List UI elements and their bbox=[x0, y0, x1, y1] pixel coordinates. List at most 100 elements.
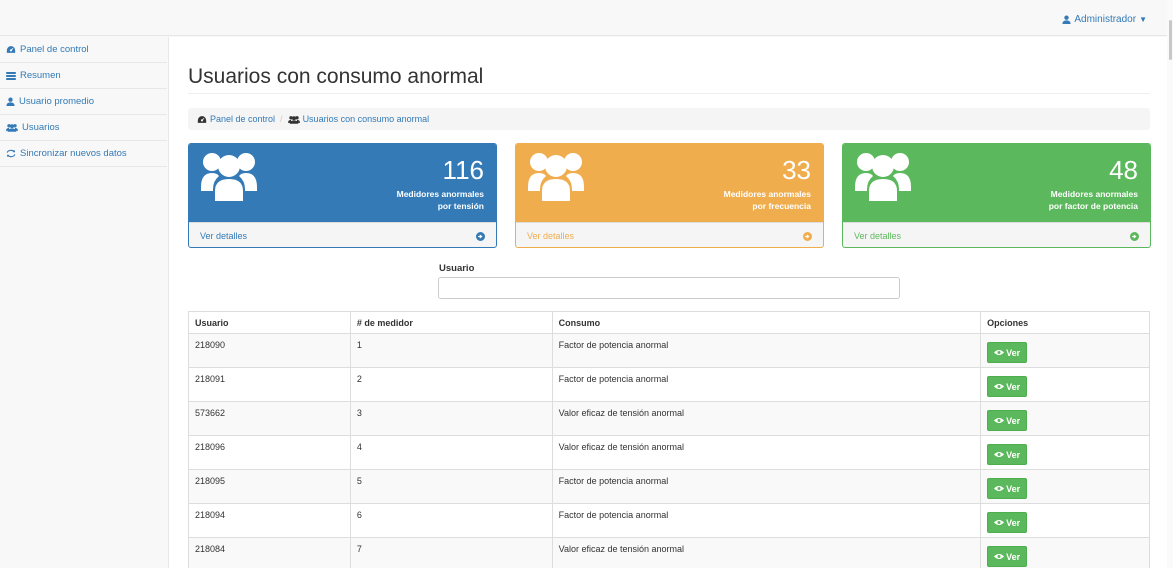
refresh-icon bbox=[6, 149, 16, 158]
panel-count: 116 bbox=[442, 155, 484, 185]
breadcrumb-current-label: Usuarios con consumo anormal bbox=[302, 114, 430, 124]
cell-opciones: Ver bbox=[980, 469, 1150, 504]
eye-icon bbox=[994, 486, 1005, 491]
ver-button[interactable]: Ver bbox=[987, 342, 1028, 363]
cell-usuario: 218091 bbox=[188, 367, 351, 402]
panel-count: 33 bbox=[782, 155, 811, 185]
ver-button[interactable]: Ver bbox=[987, 444, 1028, 465]
panel-label-line1: Medidores anormales bbox=[723, 189, 811, 199]
cell-opciones: Ver bbox=[980, 367, 1150, 402]
ver-button[interactable]: Ver bbox=[987, 478, 1028, 499]
table-header-row: Usuario # de medidor Consumo Opciones bbox=[188, 311, 1150, 334]
users-icon bbox=[855, 153, 911, 201]
cell-usuario: 573662 bbox=[188, 401, 351, 436]
sidebar-item-usuario-promedio[interactable]: Usuario promedio bbox=[0, 89, 167, 115]
panel-label: Medidores anormales por tensión bbox=[397, 188, 484, 212]
sidebar-item-label: Usuarios bbox=[22, 122, 60, 133]
title-divider bbox=[188, 93, 1150, 94]
cell-consumo: Valor eficaz de tensión anormal bbox=[551, 401, 982, 436]
list-icon bbox=[6, 71, 16, 80]
users-icon bbox=[201, 153, 257, 201]
cell-medidor: 7 bbox=[349, 537, 553, 568]
ver-button[interactable]: Ver bbox=[987, 410, 1028, 431]
dashboard-icon bbox=[6, 46, 16, 53]
user-menu[interactable]: Administrador ▼ bbox=[1062, 14, 1147, 25]
ver-detalles-link[interactable]: Ver detalles bbox=[854, 231, 901, 241]
cell-consumo: Factor de potencia anormal bbox=[551, 469, 982, 504]
breadcrumb: Panel de control / Usuarios con consumo … bbox=[188, 108, 1150, 130]
cell-medidor: 5 bbox=[349, 469, 553, 504]
panel-footer-link[interactable]: Ver detalles bbox=[516, 222, 823, 247]
sidebar: Panel de control Resumen Usuario promedi… bbox=[0, 37, 167, 167]
user-icon bbox=[1062, 15, 1071, 24]
scrollbar[interactable] bbox=[1167, 0, 1173, 568]
eye-icon bbox=[994, 350, 1005, 355]
cell-opciones: Ver bbox=[980, 503, 1150, 538]
ver-button-label: Ver bbox=[1006, 449, 1021, 460]
users-table: Usuario # de medidor Consumo Opciones 21… bbox=[188, 311, 1150, 568]
ver-button-label: Ver bbox=[1006, 551, 1021, 562]
arrow-circle-right-icon bbox=[476, 231, 485, 241]
panel-label: Medidores anormales por frecuencia bbox=[724, 188, 811, 212]
panel-label-line2: por tensión bbox=[437, 201, 484, 211]
cell-usuario: 218094 bbox=[188, 503, 351, 538]
eye-icon bbox=[994, 554, 1005, 559]
table-row: 218095 5 Factor de potencia anormal Ver bbox=[188, 469, 1150, 504]
column-header-usuario: Usuario bbox=[188, 311, 351, 334]
cell-opciones: Ver bbox=[980, 537, 1150, 568]
column-header-consumo: Consumo bbox=[551, 311, 982, 334]
column-header-opciones: Opciones bbox=[980, 311, 1150, 334]
sidebar-item-resumen[interactable]: Resumen bbox=[0, 63, 167, 89]
usuario-search-input[interactable] bbox=[438, 277, 900, 299]
ver-button-label: Ver bbox=[1006, 415, 1021, 426]
cell-usuario: 218090 bbox=[188, 333, 351, 368]
sidebar-item-panel-de-control[interactable]: Panel de control bbox=[0, 37, 167, 63]
cell-opciones: Ver bbox=[980, 333, 1150, 368]
column-header-medidor: # de medidor bbox=[349, 311, 553, 334]
table-body: 218090 1 Factor de potencia anormal Ver … bbox=[188, 333, 1150, 568]
ver-button-label: Ver bbox=[1006, 381, 1021, 392]
ver-detalles-link[interactable]: Ver detalles bbox=[200, 231, 247, 241]
ver-button[interactable]: Ver bbox=[987, 376, 1028, 397]
cell-medidor: 2 bbox=[349, 367, 553, 402]
panel-label-line1: Medidores anormales bbox=[396, 189, 484, 199]
eye-icon bbox=[994, 418, 1005, 423]
table-row: 218094 6 Factor de potencia anormal Ver bbox=[188, 503, 1150, 538]
top-navbar: Administrador ▼ bbox=[0, 0, 1173, 36]
panel-footer-link[interactable]: Ver detalles bbox=[189, 222, 496, 247]
cell-usuario: 218084 bbox=[188, 537, 351, 568]
panel-label: Medidores anormales por factor de potenc… bbox=[1049, 188, 1138, 212]
arrow-circle-right-icon bbox=[803, 231, 812, 241]
cell-medidor: 6 bbox=[349, 503, 553, 538]
table-header: Usuario # de medidor Consumo Opciones bbox=[188, 311, 1150, 334]
table-row: 573662 3 Valor eficaz de tensión anormal… bbox=[188, 401, 1150, 436]
breadcrumb-separator: / bbox=[280, 114, 283, 124]
scrollbar-thumb[interactable] bbox=[1169, 20, 1172, 60]
arrow-circle-right-icon bbox=[1130, 231, 1139, 241]
ver-detalles-link[interactable]: Ver detalles bbox=[527, 231, 574, 241]
ver-button[interactable]: Ver bbox=[987, 512, 1028, 533]
sidebar-item-usuarios[interactable]: Usuarios bbox=[0, 115, 167, 141]
sidebar-item-sincronizar-nuevos-datos[interactable]: Sincronizar nuevos datos bbox=[0, 141, 167, 167]
ver-button[interactable]: Ver bbox=[987, 546, 1028, 567]
eye-icon bbox=[994, 520, 1005, 525]
cell-medidor: 4 bbox=[349, 435, 553, 470]
users-icon bbox=[528, 153, 584, 201]
search-label: Usuario bbox=[439, 263, 475, 274]
page-title: Usuarios con consumo anormal bbox=[188, 65, 484, 88]
cell-opciones: Ver bbox=[980, 435, 1150, 470]
panel-footer-link[interactable]: Ver detalles bbox=[843, 222, 1150, 247]
panel-heading: 48 Medidores anormales por factor de pot… bbox=[843, 144, 1150, 222]
panel-heading: 116 Medidores anormales por tensión bbox=[189, 144, 496, 222]
cell-consumo: Valor eficaz de tensión anormal bbox=[551, 435, 982, 470]
table-row: 218084 7 Valor eficaz de tensión anormal… bbox=[188, 537, 1150, 568]
panel-label-line2: por frecuencia bbox=[752, 201, 811, 211]
eye-icon bbox=[994, 384, 1005, 389]
breadcrumb-home[interactable]: Panel de control bbox=[197, 114, 275, 124]
panel-frecuencia: 33 Medidores anormales por frecuencia Ve… bbox=[515, 143, 824, 248]
breadcrumb-current[interactable]: Usuarios con consumo anormal bbox=[287, 114, 430, 124]
sidebar-item-label: Panel de control bbox=[20, 44, 89, 55]
cell-usuario: 218095 bbox=[188, 469, 351, 504]
panel-heading: 33 Medidores anormales por frecuencia bbox=[516, 144, 823, 222]
cell-medidor: 3 bbox=[349, 401, 553, 436]
